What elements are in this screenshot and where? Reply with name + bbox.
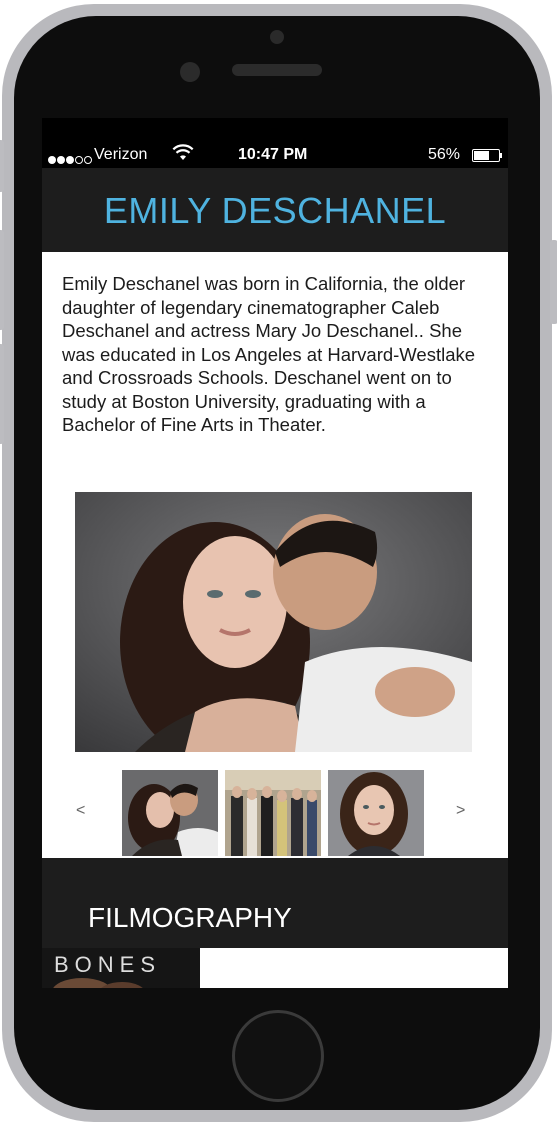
battery-icon xyxy=(472,149,500,162)
page-title: EMILY DESCHANEL xyxy=(103,190,447,231)
battery-tip xyxy=(500,153,502,158)
proximity-sensor xyxy=(180,62,200,82)
status-bar: Verizon 10:47 PM 56% xyxy=(42,144,508,168)
volume-up-button xyxy=(0,230,4,330)
carousel-prev-button[interactable]: < xyxy=(76,802,85,820)
thumbnail-1[interactable] xyxy=(122,770,218,856)
clock-label: 10:47 PM xyxy=(238,146,308,163)
bio-text: Emily Deschanel was born in California, … xyxy=(62,273,476,435)
wifi-icon xyxy=(172,144,194,167)
app-header: EMILY DESCHANEL xyxy=(42,168,508,252)
filmography-title: FILMOGRAPHY xyxy=(88,902,292,933)
thumbnail-2[interactable] xyxy=(225,770,321,856)
home-button[interactable] xyxy=(232,1010,324,1102)
battery-percent: 56% xyxy=(428,146,461,163)
mute-switch xyxy=(0,140,4,192)
signal-icon xyxy=(48,151,93,169)
volume-down-button xyxy=(0,344,4,444)
bio-section: Emily Deschanel was born in California, … xyxy=(42,252,508,858)
filmography-list: BONES xyxy=(42,948,508,988)
front-camera xyxy=(270,30,284,44)
power-button xyxy=(550,240,557,324)
carousel-next-button[interactable]: > xyxy=(456,802,465,820)
filmography-section: FILMOGRAPHY xyxy=(42,858,508,948)
screen: Verizon 10:47 PM 56% EMILY DESCHANEL Emi… xyxy=(42,118,508,988)
thumbnail-3[interactable] xyxy=(328,770,424,856)
thumbnail-carousel: < > xyxy=(42,770,508,856)
earpiece-speaker xyxy=(232,64,322,76)
film-poster-bones[interactable]: BONES xyxy=(42,948,200,988)
carrier-label: Verizon xyxy=(94,146,148,163)
main-photo xyxy=(75,492,472,752)
